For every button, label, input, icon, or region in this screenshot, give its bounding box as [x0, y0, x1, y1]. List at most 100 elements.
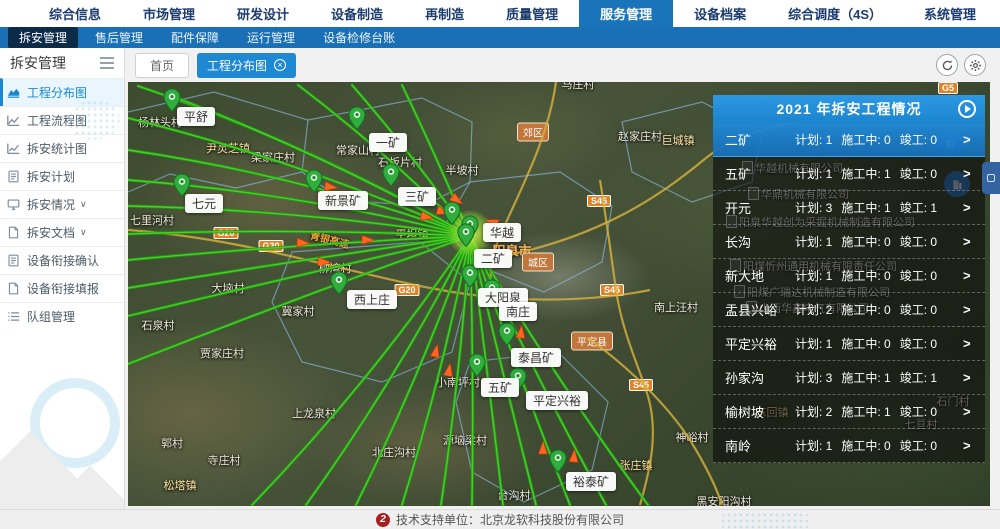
sub-nav-item[interactable]: 运行管理: [236, 27, 306, 48]
top-nav-item[interactable]: 研发设计: [216, 0, 310, 27]
stat-value: 1: [884, 201, 891, 215]
chevron-right-icon: >: [963, 268, 985, 283]
map-pin-label[interactable]: 泰昌矿: [511, 348, 561, 367]
map-pin[interactable]: [330, 271, 348, 296]
panel-title: 2021 年拆安工程情况: [776, 99, 921, 119]
map-pin-label[interactable]: 西上庄: [347, 290, 397, 309]
stat-value: 1: [930, 371, 937, 385]
panel-row[interactable]: 二矿计划: 1施工中: 0竣工: 0>: [713, 123, 985, 157]
stat-plan: 计划: 2: [795, 303, 832, 317]
sidebar-item[interactable]: 拆安计划: [0, 162, 124, 190]
map-pin-label[interactable]: 七元: [185, 194, 223, 213]
play-icon[interactable]: [958, 100, 976, 118]
stats-chart-icon: [7, 142, 24, 155]
stat-value: 0: [930, 337, 937, 351]
refresh-button[interactable]: [936, 54, 958, 76]
panel-row[interactable]: 南岭计划: 1施工中: 0竣工: 0>: [713, 429, 985, 463]
panel-row[interactable]: 榆树坡计划: 2施工中: 1竣工: 0>: [713, 395, 985, 429]
mine-name: 新大地: [713, 266, 795, 285]
stat-value: 0: [930, 439, 937, 453]
map-pin[interactable]: [457, 223, 475, 248]
list-icon: [7, 310, 24, 323]
footer-bar: 2 技术支持单位：北京龙软科技股份有限公司: [0, 509, 1000, 529]
row-stats: 计划: 2施工中: 0竣工: 0: [795, 301, 963, 318]
stat-value: 1: [884, 371, 891, 385]
map-pin-label[interactable]: 华越: [483, 223, 521, 242]
sidebar-item-label: 设备衔接填报: [27, 280, 99, 297]
map-pin-label[interactable]: 平舒: [177, 107, 215, 126]
top-nav-item[interactable]: 质量管理: [485, 0, 579, 27]
stat-done: 竣工: 0: [900, 439, 937, 453]
stat-in_progress: 施工中: 0: [841, 439, 890, 453]
chevron-right-icon: >: [963, 302, 985, 317]
toolbar: [936, 54, 986, 76]
sidebar-item[interactable]: 设备衔接确认: [0, 246, 124, 274]
top-nav-item[interactable]: 设备档案: [673, 0, 767, 27]
map-pin-label[interactable]: 平定兴裕: [526, 391, 588, 410]
close-icon[interactable]: ×: [274, 59, 286, 71]
sub-nav-item[interactable]: 拆安管理: [8, 27, 78, 48]
settings-button[interactable]: [964, 54, 986, 76]
sidebar-item-label: 拆安统计图: [27, 140, 87, 157]
panel-row[interactable]: 平定兴裕计划: 1施工中: 0竣工: 0>: [713, 327, 985, 361]
panel-row[interactable]: 孙家沟计划: 3施工中: 1竣工: 1>: [713, 361, 985, 395]
panel-row[interactable]: 长沟计划: 1施工中: 0竣工: 0>: [713, 225, 985, 259]
sidebar-item[interactable]: 拆安文档∨: [0, 218, 124, 246]
map-pin[interactable]: [468, 353, 486, 378]
floating-widget-handle[interactable]: [982, 162, 1000, 194]
sidebar-item[interactable]: 拆安统计图: [0, 134, 124, 162]
top-nav-item[interactable]: 设备制造: [310, 0, 404, 27]
chevron-right-icon: >: [963, 200, 985, 215]
stat-value: 1: [826, 269, 833, 283]
sidebar-item[interactable]: 设备衔接填报: [0, 274, 124, 302]
area-chart-icon: [7, 86, 24, 99]
map-pin[interactable]: [549, 449, 567, 474]
chevron-right-icon: >: [963, 404, 985, 419]
panel-row[interactable]: 开元计划: 3施工中: 1竣工: 1>: [713, 191, 985, 225]
stat-in_progress: 施工中: 1: [841, 167, 890, 181]
panel-row[interactable]: 五矿计划: 1施工中: 1竣工: 0>: [713, 157, 985, 191]
sidebar-item-label: 队组管理: [27, 308, 75, 325]
map-pin-label[interactable]: 裕泰矿: [566, 472, 616, 491]
top-nav-item[interactable]: 市场管理: [122, 0, 216, 27]
stat-value: 3: [826, 371, 833, 385]
panel-row[interactable]: 盂县兴峪计划: 2施工中: 0竣工: 0>: [713, 293, 985, 327]
hamburger-icon[interactable]: [100, 54, 114, 72]
map-pin-label[interactable]: 南庄: [499, 302, 537, 321]
map-canvas[interactable]: 杨林头村尹灵芝镇梁家庄村常家山村石板片村七里河村马庄村赵家庄村巨城镇半坡村平坦镇…: [128, 82, 990, 506]
top-nav-item[interactable]: 综合信息: [28, 0, 122, 27]
tab-strip: 首页 工程分布图 ×: [125, 48, 1000, 82]
sub-nav-item[interactable]: 配件保障: [160, 27, 230, 48]
map-pin[interactable]: [498, 322, 516, 347]
map-pin-label[interactable]: 新景矿: [318, 191, 368, 210]
top-nav-item[interactable]: 综合调度（4S）: [767, 0, 903, 27]
sidebar: 拆安管理 工程分布图工程流程图拆安统计图拆安计划拆安情况∨拆安文档∨设备衔接确认…: [0, 48, 125, 509]
row-stats: 计划: 1施工中: 0竣工: 0: [795, 131, 963, 148]
app-window: 综合信息市场管理研发设计设备制造再制造质量管理服务管理设备档案综合调度（4S）系…: [0, 0, 1000, 529]
panel-row[interactable]: 新大地计划: 1施工中: 0竣工: 0>: [713, 259, 985, 293]
file-icon: [7, 226, 24, 239]
tab-active[interactable]: 工程分布图 ×: [197, 53, 296, 78]
stat-value: 0: [930, 167, 937, 181]
tab-home[interactable]: 首页: [135, 53, 189, 78]
sub-nav-item[interactable]: 售后管理: [84, 27, 154, 48]
map-pin-label[interactable]: 二矿: [474, 249, 512, 268]
top-nav-item[interactable]: 系统管理: [903, 0, 997, 27]
stat-plan: 计划: 3: [795, 201, 832, 215]
sidebar-item[interactable]: 拆安情况∨: [0, 190, 124, 218]
map-pin[interactable]: [443, 201, 461, 226]
top-nav-item[interactable]: 再制造: [404, 0, 485, 27]
map-pin-label[interactable]: 一矿: [369, 133, 407, 152]
sidebar-item[interactable]: 队组管理: [0, 302, 124, 330]
top-nav-item[interactable]: 服务管理: [579, 0, 673, 27]
map-pin-label[interactable]: 三矿: [398, 187, 436, 206]
stat-value: 1: [884, 405, 891, 419]
map-pin[interactable]: [382, 163, 400, 188]
map-pin[interactable]: [348, 106, 366, 131]
sub-nav-item[interactable]: 设备检修台账: [312, 27, 406, 48]
row-stats: 计划: 3施工中: 1竣工: 1: [795, 199, 963, 216]
gear-icon: [969, 59, 982, 72]
sub-nav: 拆安管理售后管理配件保障运行管理设备检修台账: [0, 27, 1000, 48]
stat-done: 竣工: 1: [900, 201, 937, 215]
map-pin-label[interactable]: 五矿: [481, 378, 519, 397]
